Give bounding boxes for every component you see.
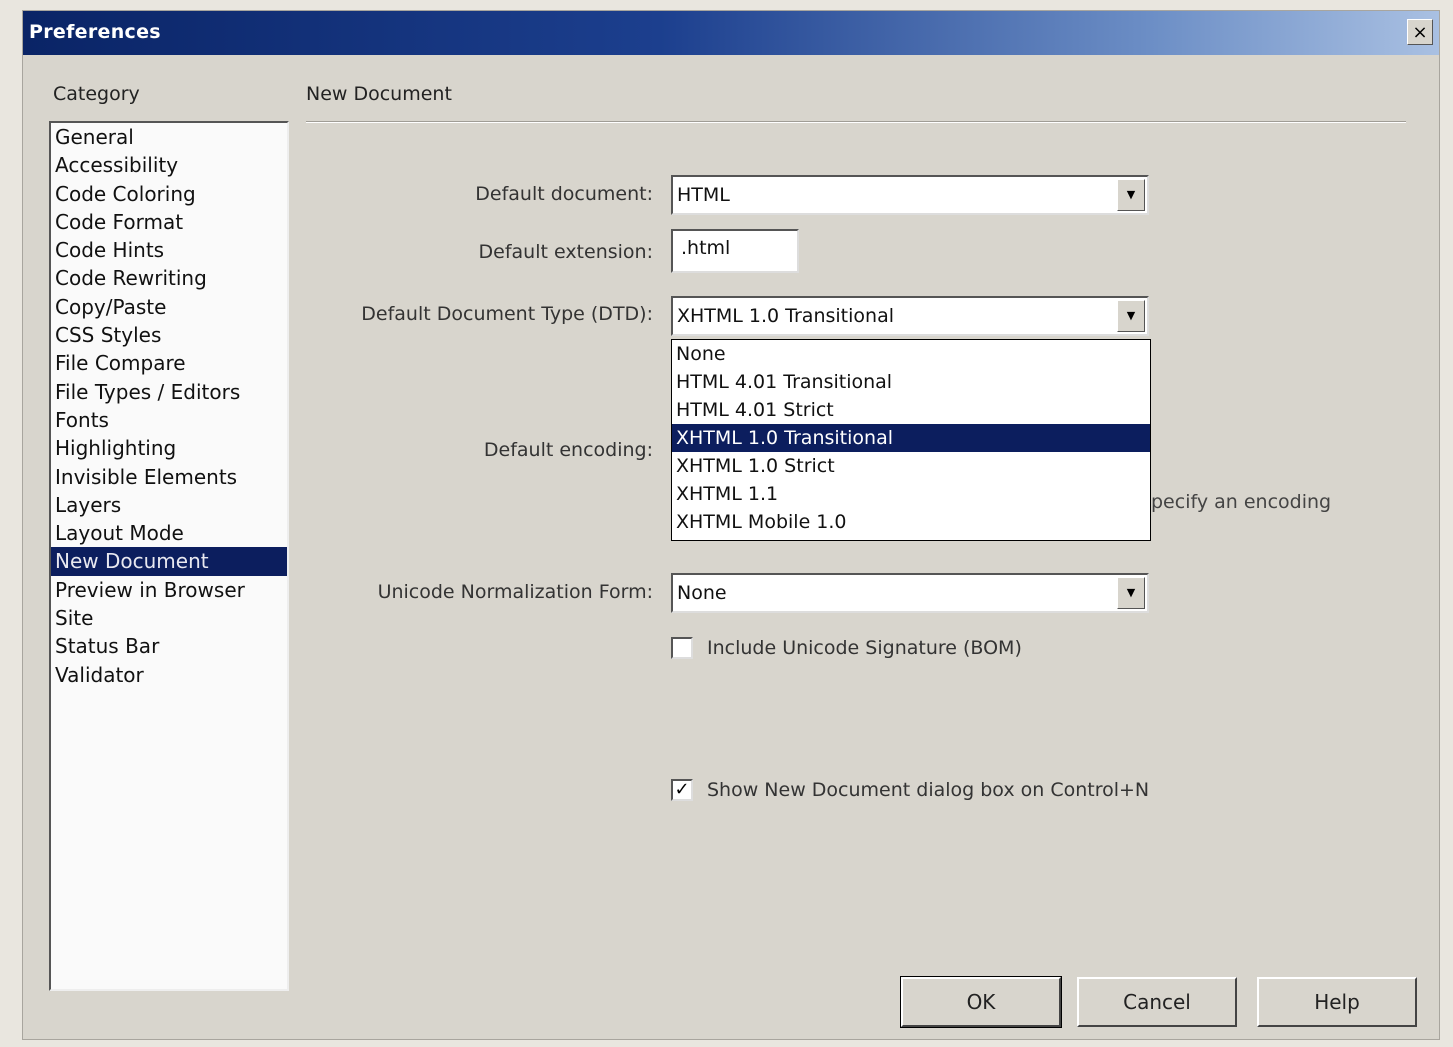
show-new-document-label: Show New Document dialog box on Control+… bbox=[707, 779, 1150, 801]
cancel-button[interactable]: Cancel bbox=[1077, 977, 1237, 1027]
close-button[interactable]: × bbox=[1407, 19, 1433, 45]
chevron-down-icon[interactable]: ▼ bbox=[1117, 577, 1145, 609]
dtd-option[interactable]: None bbox=[672, 340, 1150, 368]
dtd-option[interactable]: HTML 4.01 Strict bbox=[672, 396, 1150, 424]
panel-heading: New Document bbox=[306, 83, 452, 105]
dtd-option[interactable]: XHTML Mobile 1.0 bbox=[672, 508, 1150, 536]
checkmark-icon: ✓ bbox=[674, 779, 690, 800]
category-item[interactable]: Layers bbox=[51, 491, 287, 519]
category-list[interactable]: General Accessibility Code Coloring Code Fo… bbox=[49, 121, 289, 991]
category-item[interactable]: Highlighting bbox=[51, 434, 287, 462]
dtd-option[interactable]: HTML 4.01 Transitional bbox=[672, 368, 1150, 396]
unicode-normalization-value: None bbox=[677, 582, 727, 604]
chevron-down-icon[interactable]: ▼ bbox=[1117, 179, 1145, 211]
category-item[interactable]: File Types / Editors bbox=[51, 378, 287, 406]
category-item[interactable]: Preview in Browser bbox=[51, 576, 287, 604]
category-item[interactable]: New Document bbox=[51, 547, 287, 576]
show-new-document-checkbox[interactable]: ✓ bbox=[671, 779, 693, 801]
include-bom-label: Include Unicode Signature (BOM) bbox=[707, 637, 1022, 659]
chevron-down-icon[interactable]: ▼ bbox=[1117, 300, 1145, 332]
category-item[interactable]: Code Coloring bbox=[51, 180, 287, 208]
category-item[interactable]: Code Rewriting bbox=[51, 264, 287, 292]
default-extension-field[interactable]: .html bbox=[671, 229, 799, 273]
section-divider bbox=[306, 121, 1406, 123]
preferences-dialog: Preferences × Category General Accessibil… bbox=[22, 10, 1440, 1040]
unicode-normalization-label: Unicode Normalization Form: bbox=[377, 581, 653, 603]
default-document-label: Default document: bbox=[475, 183, 653, 205]
title-bar: Preferences × bbox=[23, 11, 1439, 55]
category-item[interactable]: Accessibility bbox=[51, 151, 287, 179]
category-item[interactable]: Code Hints bbox=[51, 236, 287, 264]
category-item[interactable]: Code Format bbox=[51, 208, 287, 236]
default-document-select[interactable]: HTML ▼ bbox=[671, 175, 1149, 215]
category-item[interactable]: Copy/Paste bbox=[51, 293, 287, 321]
category-item[interactable]: Layout Mode bbox=[51, 519, 287, 547]
help-button[interactable]: Help bbox=[1257, 977, 1417, 1027]
close-icon: × bbox=[1412, 22, 1428, 43]
category-heading: Category bbox=[53, 83, 140, 105]
category-item[interactable]: Site bbox=[51, 604, 287, 632]
default-encoding-label: Default encoding: bbox=[483, 439, 653, 461]
ok-button[interactable]: OK bbox=[900, 976, 1062, 1028]
dtd-option[interactable]: XHTML 1.1 bbox=[672, 480, 1150, 508]
category-item[interactable]: File Compare bbox=[51, 349, 287, 377]
category-item[interactable]: Status Bar bbox=[51, 632, 287, 660]
dtd-option[interactable]: XHTML 1.0 Strict bbox=[672, 452, 1150, 480]
default-extension-value: .html bbox=[681, 237, 731, 259]
category-item[interactable]: Invisible Elements bbox=[51, 463, 287, 491]
encoding-hint: pecify an encoding bbox=[1151, 491, 1332, 513]
dtd-value: XHTML 1.0 Transitional bbox=[677, 305, 894, 327]
category-item[interactable]: CSS Styles bbox=[51, 321, 287, 349]
default-document-value: HTML bbox=[677, 184, 730, 206]
category-item[interactable]: Validator bbox=[51, 661, 287, 689]
dtd-select[interactable]: XHTML 1.0 Transitional ▼ bbox=[671, 296, 1149, 336]
dtd-label: Default Document Type (DTD): bbox=[361, 303, 653, 325]
include-bom-checkbox[interactable] bbox=[671, 637, 693, 659]
dtd-option[interactable]: XHTML 1.0 Transitional bbox=[672, 424, 1150, 452]
dialog-title: Preferences bbox=[29, 21, 161, 43]
dtd-dropdown-list[interactable]: None HTML 4.01 Transitional HTML 4.01 Stri… bbox=[671, 339, 1151, 541]
category-item[interactable]: Fonts bbox=[51, 406, 287, 434]
unicode-normalization-select[interactable]: None ▼ bbox=[671, 573, 1149, 613]
default-extension-label: Default extension: bbox=[478, 241, 654, 263]
category-item[interactable]: General bbox=[51, 123, 287, 151]
